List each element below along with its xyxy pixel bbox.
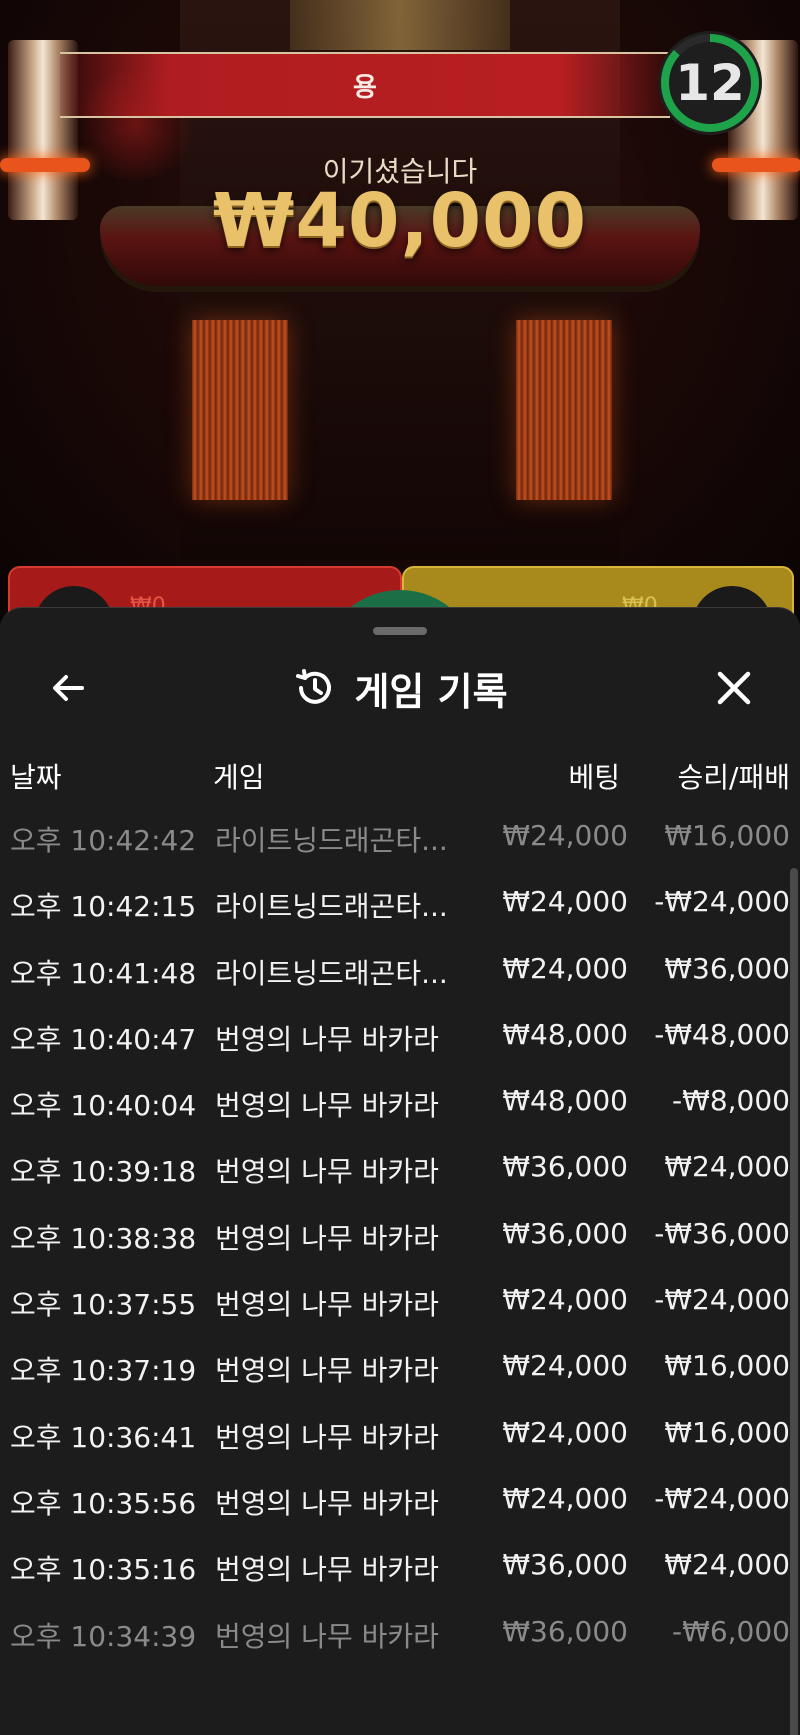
column-header-date: 날짜 [10,761,62,794]
row-game: 번영의 나무 바카라 [215,1089,439,1123]
close-button[interactable] [704,658,764,718]
row-date: 오후 10:40:04 [10,1089,197,1123]
row-result: ₩24,000 [664,1548,790,1582]
table-row[interactable]: 오후 10:35:56 번영의 나무 바카라 ₩24,000 -₩24,000 [0,1468,800,1534]
countdown-timer: 12 [658,31,762,135]
row-result: -₩36,000 [654,1216,790,1250]
row-bet: ₩24,000 [502,1415,628,1449]
row-bet: ₩36,000 [502,1150,628,1184]
row-date: 오후 10:42:42 [10,824,197,857]
row-bet: ₩36,000 [502,1614,628,1648]
table-row[interactable]: 오후 10:38:38 번영의 나무 바카라 ₩36,000 -₩36,000 [0,1203,800,1269]
row-date: 오후 10:37:19 [10,1354,197,1388]
table-row[interactable]: 오후 10:39:18 번영의 나무 바카라 ₩36,000 ₩24,000 [0,1136,800,1202]
row-date: 오후 10:41:48 [10,956,197,990]
row-date: 오후 10:42:15 [10,890,197,924]
result-banner: 용 [60,52,670,118]
banner-label: 용 [353,72,377,103]
row-game: 번영의 나무 바카라 [215,1619,439,1653]
row-bet: ₩24,000 [502,1349,628,1383]
row-game: 라이트닝드래곤타... [215,824,448,857]
row-date: 오후 10:35:56 [10,1486,197,1520]
history-scrollbar[interactable] [790,868,798,1735]
history-clock-icon [296,669,332,704]
row-game: 번영의 나무 바카라 [215,1553,439,1587]
sheet-title: 게임 기록 [354,669,508,714]
row-result: -₩48,000 [654,1017,790,1051]
game-scene: 용 12 이기셨습니다 ₩40,000 ₩0 ₩0 [0,0,800,620]
row-date: 오후 10:40:47 [10,1022,197,1056]
column-header-bet: 베팅 [568,761,620,794]
scene-column-right [516,320,612,500]
scene-gold-ornament [290,0,510,50]
game-history-sheet: 게임 기록 날짜 게임 베팅 승리/패배 오후 10:42:42 라이트닝드래곤… [0,607,800,1735]
row-result: ₩24,000 [664,1150,790,1184]
history-table-header: 날짜 게임 베팅 승리/패배 [0,748,800,798]
row-result: -₩6,000 [672,1614,790,1648]
sheet-drag-handle[interactable] [373,627,427,635]
row-result: ₩16,000 [664,819,790,852]
row-bet: ₩24,000 [502,1481,628,1515]
timer-value: 12 [675,54,745,112]
row-result: ₩36,000 [664,951,790,985]
row-bet: ₩24,000 [502,951,628,985]
close-x-icon [717,671,751,705]
win-amount: ₩40,000 [212,178,588,264]
history-table-body: 오후 10:42:42 라이트닝드래곤타... ₩24,000 ₩16,000 … [0,805,800,1667]
row-bet: ₩36,000 [502,1548,628,1582]
row-result: ₩16,000 [664,1349,790,1383]
row-bet: ₩48,000 [502,1017,628,1051]
row-result: ₩16,000 [664,1415,790,1449]
table-row[interactable]: 오후 10:42:15 라이트닝드래곤타... ₩24,000 -₩24,000 [0,871,800,937]
scene-column-left [192,320,288,500]
column-header-game: 게임 [213,761,265,794]
table-row[interactable]: 오후 10:40:47 번영의 나무 바카라 ₩48,000 -₩48,000 [0,1004,800,1070]
row-result: -₩24,000 [654,885,790,919]
table-row[interactable]: 오후 10:42:42 라이트닝드래곤타... ₩24,000 ₩16,000 [0,805,800,871]
table-row[interactable]: 오후 10:36:41 번영의 나무 바카라 ₩24,000 ₩16,000 [0,1402,800,1468]
row-game: 번영의 나무 바카라 [215,1486,439,1520]
table-row[interactable]: 오후 10:37:19 번영의 나무 바카라 ₩24,000 ₩16,000 [0,1335,800,1401]
row-game: 번영의 나무 바카라 [215,1022,439,1056]
row-date: 오후 10:34:39 [10,1619,197,1653]
row-date: 오후 10:39:18 [10,1155,197,1189]
row-bet: ₩24,000 [502,819,628,852]
row-game: 라이트닝드래곤타... [215,956,448,990]
row-game: 라이트닝드래곤타... [215,890,448,924]
row-game: 번영의 나무 바카라 [215,1155,439,1189]
row-bet: ₩24,000 [502,885,628,919]
table-row[interactable]: 오후 10:40:04 번영의 나무 바카라 ₩48,000 -₩8,000 [0,1070,800,1136]
row-date: 오후 10:38:38 [10,1221,197,1255]
sheet-header: 게임 기록 [0,658,800,718]
row-bet: ₩24,000 [502,1283,628,1317]
table-row[interactable]: 오후 10:41:48 라이트닝드래곤타... ₩24,000 ₩36,000 [0,938,800,1004]
row-date: 오후 10:35:16 [10,1553,197,1587]
column-header-result: 승리/패배 [677,761,790,794]
row-result: -₩24,000 [654,1283,790,1317]
table-row[interactable]: 오후 10:35:16 번영의 나무 바카라 ₩36,000 ₩24,000 [0,1534,800,1600]
row-date: 오후 10:37:55 [10,1288,197,1322]
table-row[interactable]: 오후 10:37:55 번영의 나무 바카라 ₩24,000 -₩24,000 [0,1269,800,1335]
row-game: 번영의 나무 바카라 [215,1288,439,1322]
row-result: -₩24,000 [654,1481,790,1515]
row-game: 번영의 나무 바카라 [215,1221,439,1255]
row-date: 오후 10:36:41 [10,1420,197,1454]
row-bet: ₩48,000 [502,1084,628,1118]
row-game: 번영의 나무 바카라 [215,1354,439,1388]
row-game: 번영의 나무 바카라 [215,1420,439,1454]
row-result: -₩8,000 [672,1084,790,1118]
row-bet: ₩36,000 [502,1216,628,1250]
table-row[interactable]: 오후 10:34:39 번영의 나무 바카라 ₩36,000 -₩6,000 [0,1601,800,1667]
